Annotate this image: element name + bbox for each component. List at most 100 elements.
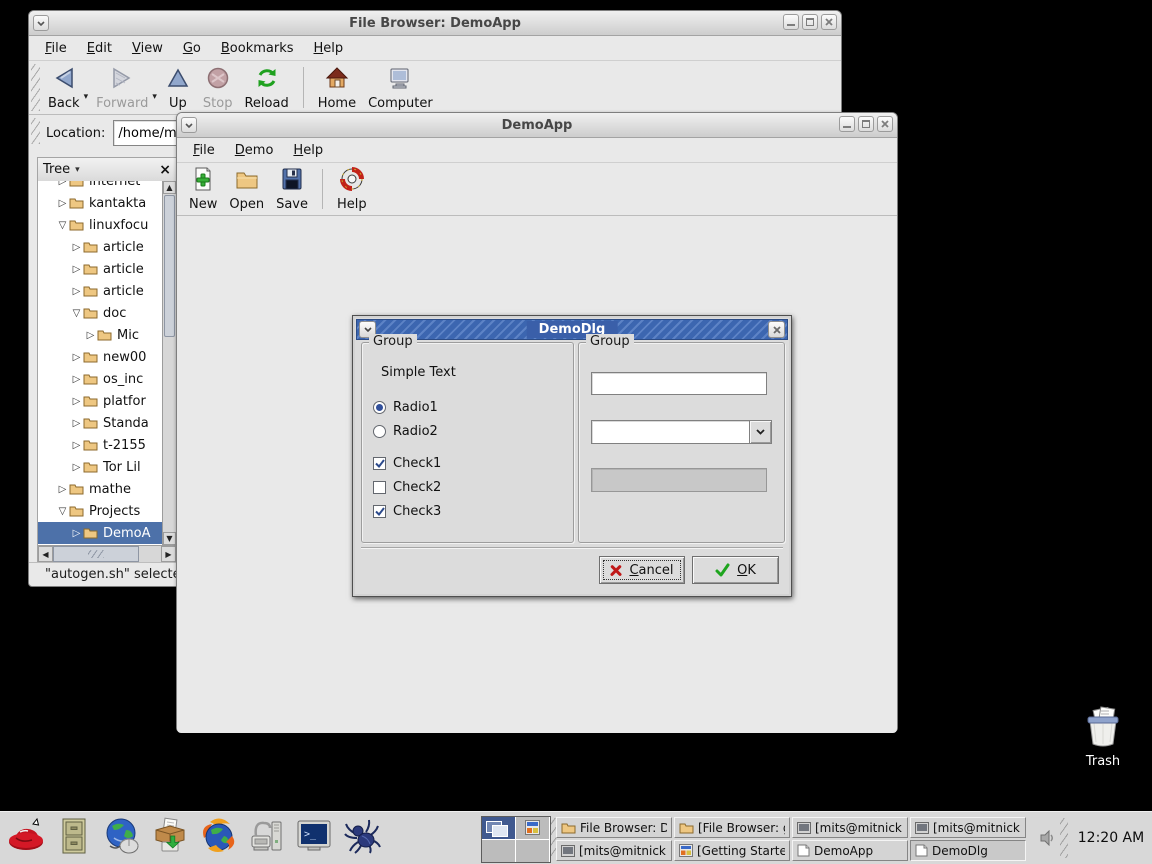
launcher-globe-mouse-icon[interactable] <box>102 818 142 858</box>
expand-expander-icon[interactable]: ▷ <box>56 181 69 187</box>
toolbar-button-new[interactable]: New <box>183 163 223 215</box>
close-icon[interactable] <box>821 14 837 30</box>
workspace-2[interactable] <box>516 817 549 839</box>
maximize-icon[interactable] <box>802 14 818 30</box>
minimize-icon[interactable] <box>783 14 799 30</box>
expand-expander-icon[interactable]: ▷ <box>70 286 83 297</box>
vertical-scroll-thumb[interactable] <box>164 195 175 337</box>
tree-vertical-scrollbar[interactable]: ▲ ▼ <box>162 181 176 545</box>
launcher-spider-icon[interactable] <box>342 818 382 858</box>
expand-expander-icon[interactable]: ▷ <box>70 396 83 407</box>
expand-expander-icon[interactable]: ▷ <box>70 374 83 385</box>
expand-expander-icon[interactable]: ▷ <box>84 330 97 341</box>
toolbar-button-help[interactable]: Help <box>331 163 373 215</box>
ok-button[interactable]: OK <box>692 556 779 584</box>
text-field[interactable] <box>591 372 767 395</box>
tree-item-tor-lil[interactable]: ▷Tor Lil <box>38 456 162 478</box>
tree-item-linuxfocu[interactable]: ▽linuxfocu <box>38 214 162 236</box>
taskbar-window-button-mits-mitnick[interactable]: [mits@mitnick:~ <box>792 817 908 838</box>
tree-item-mathe[interactable]: ▷mathe <box>38 478 162 500</box>
menu-item-demo[interactable]: Demo <box>225 140 284 161</box>
toolbar-button-save[interactable]: Save <box>270 163 314 215</box>
trash-desktop-icon[interactable]: Trash <box>1076 704 1130 769</box>
workspace-1[interactable] <box>482 817 515 839</box>
menu-item-file[interactable]: File <box>35 38 77 59</box>
volume-icon[interactable] <box>1040 830 1057 850</box>
toolbar-button-reload[interactable]: Reload <box>238 62 294 114</box>
tree-horizontal-scrollbar[interactable]: ◀ ▶ <box>38 545 176 562</box>
tree-item-kantakta[interactable]: ▷kantakta <box>38 192 162 214</box>
window-menu-icon[interactable] <box>33 15 49 31</box>
workspace-3[interactable] <box>482 840 515 862</box>
tree-item-doc[interactable]: ▽doc <box>38 302 162 324</box>
scroll-up-icon[interactable]: ▲ <box>163 181 176 194</box>
expand-expander-icon[interactable]: ▷ <box>70 242 83 253</box>
file-browser-titlebar[interactable]: File Browser: DemoApp <box>29 11 841 36</box>
toolbar-button-up[interactable]: Up <box>159 62 197 114</box>
workspace-4[interactable] <box>516 840 549 862</box>
expand-expander-icon[interactable]: ▷ <box>70 440 83 451</box>
taskbar-window-button-demodlg[interactable]: DemoDlg <box>910 840 1026 861</box>
expand-expander-icon[interactable]: ▷ <box>56 484 69 495</box>
tree-item-mic[interactable]: ▷Mic <box>38 324 162 346</box>
tree-item-t-2155[interactable]: ▷t-2155 <box>38 434 162 456</box>
launcher-file-cabinet-icon[interactable] <box>54 818 94 858</box>
tree-item-article[interactable]: ▷article <box>38 280 162 302</box>
maximize-icon[interactable] <box>858 116 874 132</box>
tree-item-internet[interactable]: ▷internet <box>38 181 162 192</box>
tree-pane-header[interactable]: Tree ▾ × <box>38 158 176 182</box>
tree-item-standa[interactable]: ▷Standa <box>38 412 162 434</box>
location-bar-handle[interactable] <box>31 118 40 144</box>
launcher-redhat-menu-icon[interactable] <box>6 818 46 858</box>
taskbar-window-button-file-browser-gt[interactable]: [File Browser: gt <box>674 817 790 838</box>
chevron-down-icon[interactable] <box>749 421 771 443</box>
launcher-package-icon[interactable] <box>150 818 190 858</box>
expand-expander-icon[interactable]: ▷ <box>70 528 83 539</box>
taskbar-window-button-demoapp[interactable]: DemoApp <box>792 840 908 861</box>
tree-item-demoa[interactable]: ▷DemoA <box>38 522 162 544</box>
tree-item-projects[interactable]: ▽Projects <box>38 500 162 522</box>
tree-item-article[interactable]: ▷article <box>38 236 162 258</box>
close-icon[interactable] <box>768 321 785 338</box>
toolbar-button-computer[interactable]: Computer <box>362 62 439 114</box>
demodlg-titlebar[interactable]: DemoDlg <box>356 319 788 340</box>
close-side-pane-icon[interactable]: × <box>159 163 171 177</box>
demoapp-titlebar[interactable]: DemoApp <box>177 113 897 138</box>
expand-expander-icon[interactable]: ▷ <box>70 352 83 363</box>
menu-item-go[interactable]: Go <box>173 38 211 59</box>
menu-item-view[interactable]: View <box>122 38 173 59</box>
cancel-button[interactable]: Cancel <box>599 556 685 584</box>
tree-item-article[interactable]: ▷article <box>38 258 162 280</box>
menu-item-edit[interactable]: Edit <box>77 38 122 59</box>
toolbar-button-back[interactable]: Back <box>42 62 86 114</box>
expand-expander-icon[interactable]: ▷ <box>70 462 83 473</box>
scroll-left-icon[interactable]: ◀ <box>38 546 53 562</box>
tree-item-new00[interactable]: ▷new00 <box>38 346 162 368</box>
toolbar-handle[interactable] <box>31 64 40 111</box>
tree-item-os-inc[interactable]: ▷os_inc <box>38 368 162 390</box>
horizontal-scroll-thumb[interactable] <box>53 546 139 562</box>
toolbar-button-home[interactable]: Home <box>312 62 362 114</box>
minimize-icon[interactable] <box>839 116 855 132</box>
menu-item-bookmarks[interactable]: Bookmarks <box>211 38 304 59</box>
expand-expander-icon[interactable]: ▷ <box>56 198 69 209</box>
scroll-right-icon[interactable]: ▶ <box>161 546 176 562</box>
launcher-printer-icon[interactable] <box>246 818 286 858</box>
toolbar-button-open[interactable]: Open <box>223 163 270 215</box>
launcher-globe-fire-icon[interactable] <box>198 818 238 858</box>
clock[interactable]: 12:20 AM <box>1072 812 1150 864</box>
taskbar-window-button-mits-mitnick[interactable]: [mits@mitnick:~ <box>910 817 1026 838</box>
close-icon[interactable] <box>877 116 893 132</box>
expand-expander-icon[interactable]: ▷ <box>70 418 83 429</box>
collapse-expander-icon[interactable]: ▽ <box>56 506 69 517</box>
taskbar-window-button-file-browser-de[interactable]: File Browser: De <box>556 817 672 838</box>
launcher-terminal-icon[interactable]: >_ <box>294 818 334 858</box>
collapse-expander-icon[interactable]: ▽ <box>56 220 69 231</box>
dropdown-arrow-icon[interactable]: ▾ <box>84 92 89 102</box>
menu-item-help[interactable]: Help <box>304 38 354 59</box>
tree-item-platfor[interactable]: ▷platfor <box>38 390 162 412</box>
combo-box[interactable] <box>591 420 772 444</box>
menu-item-help[interactable]: Help <box>283 140 333 161</box>
clock-handle[interactable] <box>1060 818 1068 858</box>
taskbar-window-button-getting-started[interactable]: [Getting Started <box>674 840 790 861</box>
